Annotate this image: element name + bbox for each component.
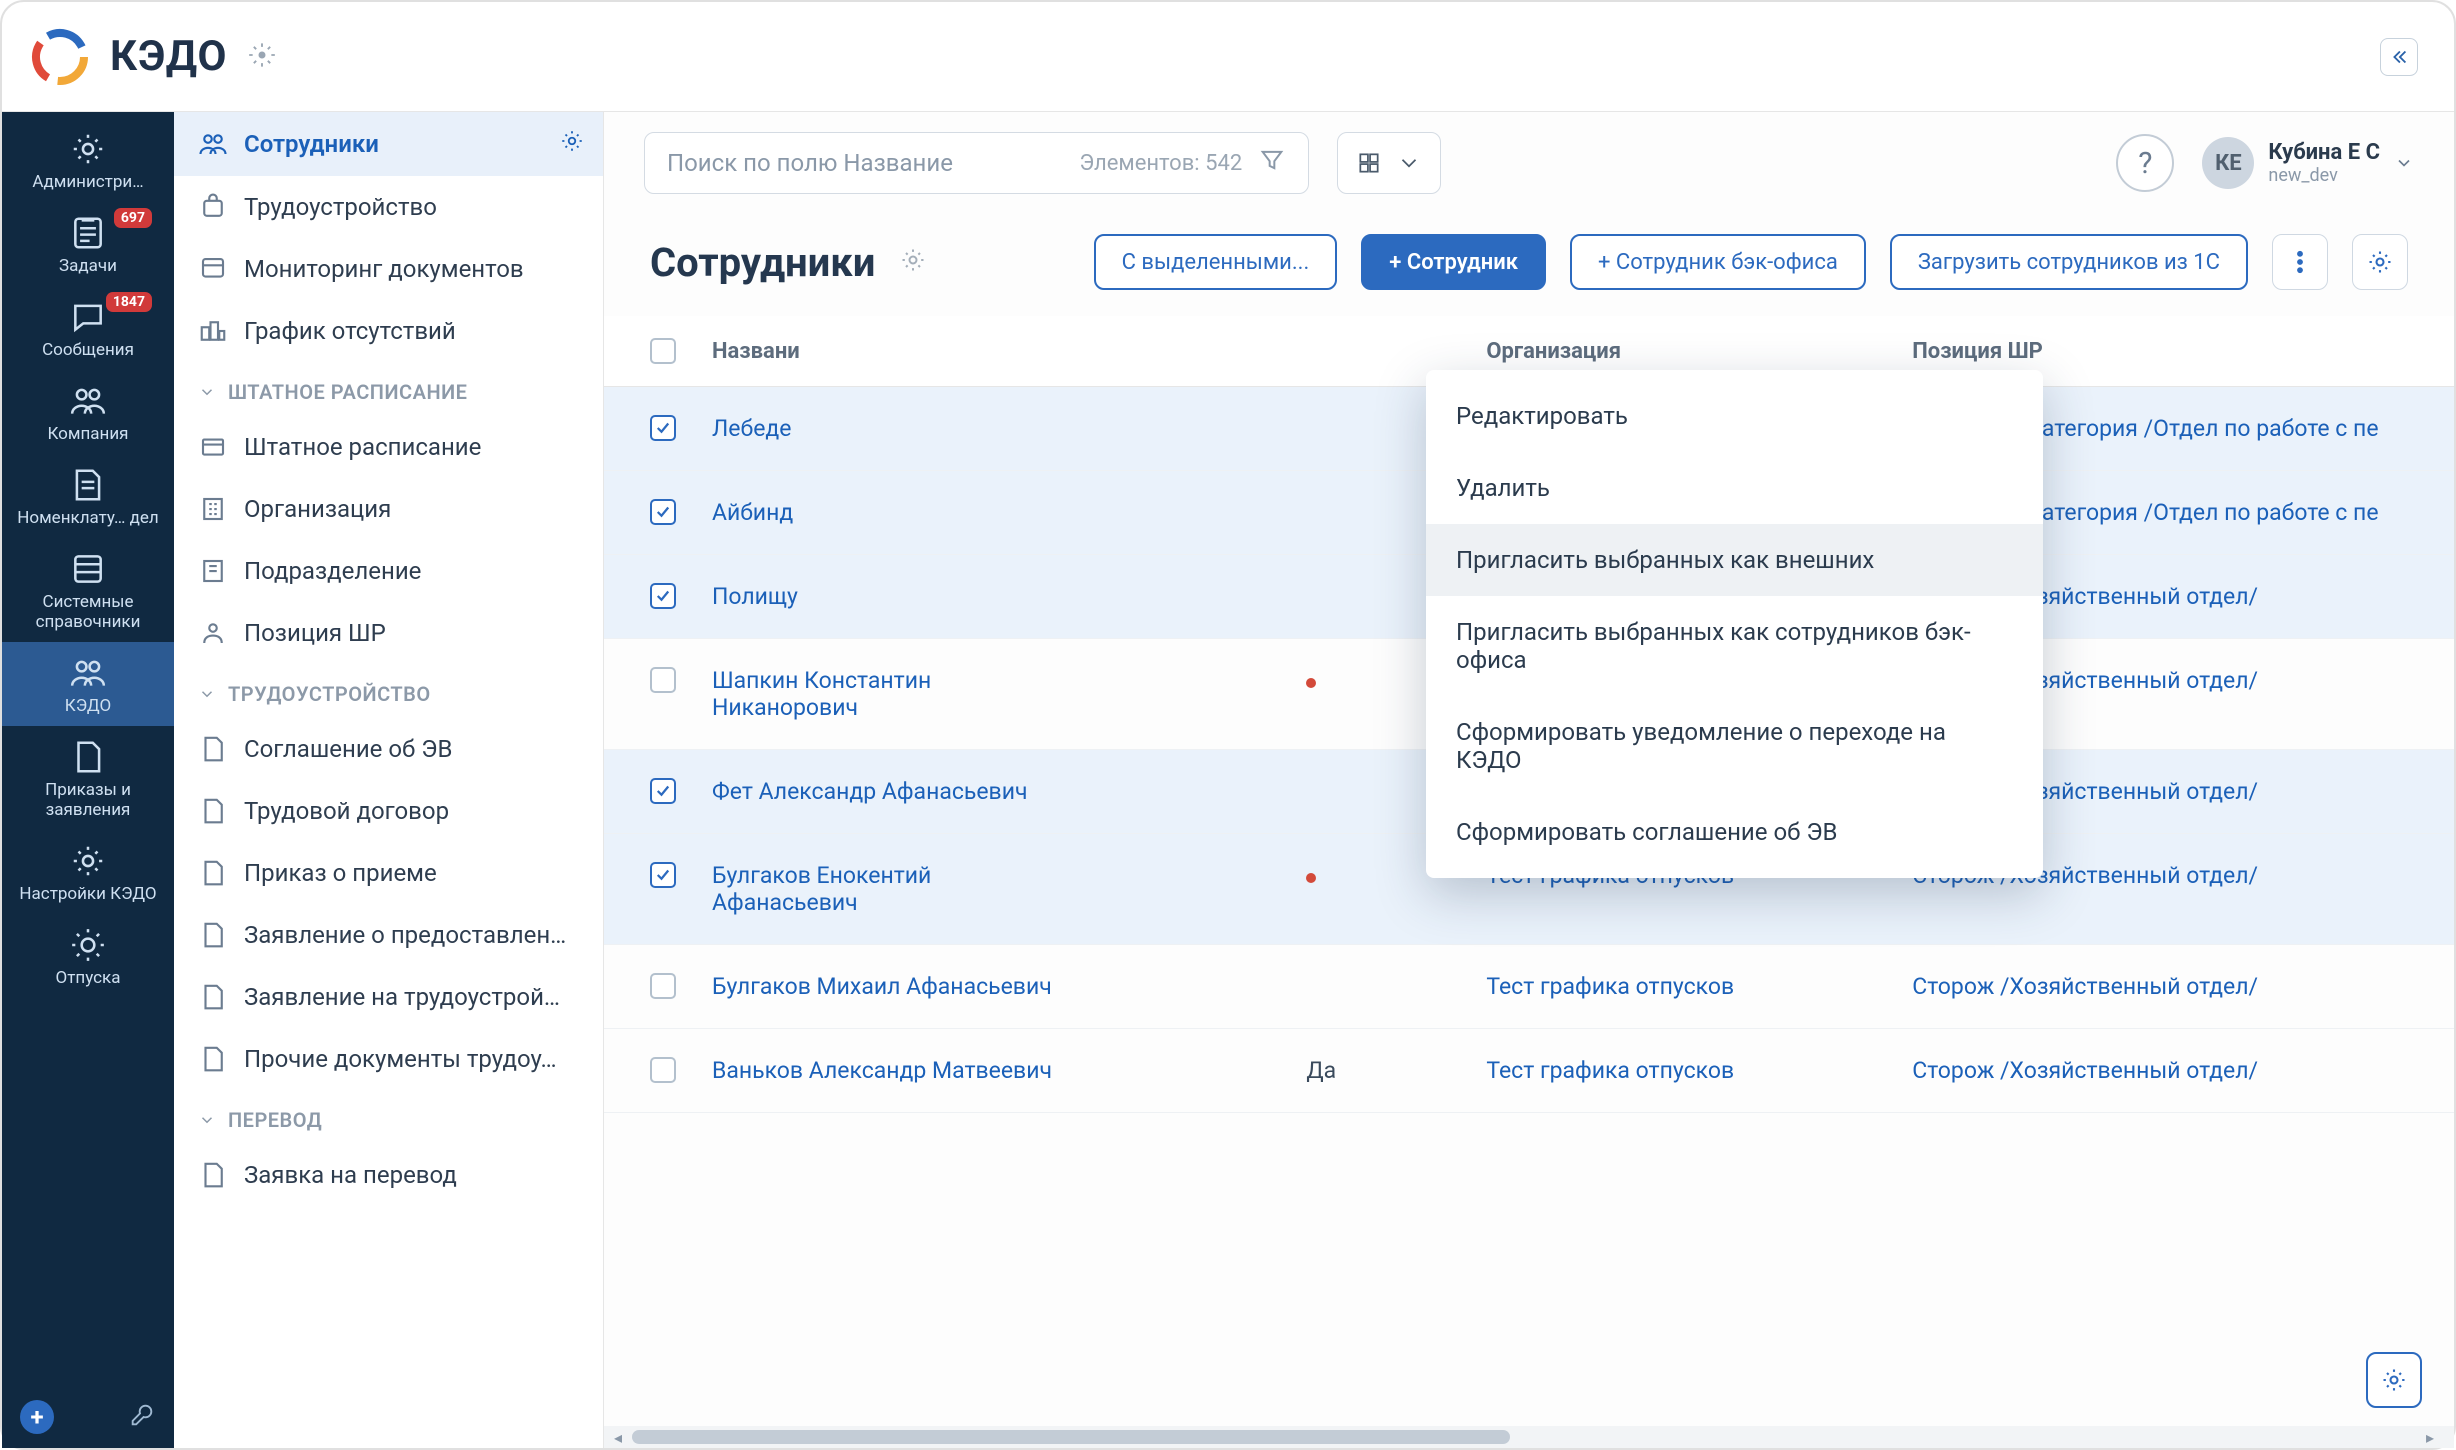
rail-item-company[interactable]: Компания <box>2 370 174 454</box>
sidebar-item-division[interactable]: Подразделение <box>174 540 603 602</box>
row-checkbox[interactable] <box>650 973 676 999</box>
employee-link[interactable]: Булгаков Михаил Афанасьевич <box>712 973 1072 1000</box>
menu-item-notify-kedo[interactable]: Сформировать уведомление о переходе на К… <box>1426 696 2043 796</box>
horizontal-scrollbar[interactable]: ◂▸ <box>604 1426 2454 1448</box>
import-1c-button[interactable]: Загрузить сотрудников из 1С <box>1890 234 2248 290</box>
row-checkbox[interactable] <box>650 667 676 693</box>
view-mode-select[interactable] <box>1337 132 1441 194</box>
sidebar-item-employ-app[interactable]: Заявление на трудоустрой… <box>174 966 603 1028</box>
rail-item-admin[interactable]: Администри… <box>2 118 174 202</box>
add-backoffice-button[interactable]: + Сотрудник бэк-офиса <box>1570 234 1866 290</box>
chevron-down-icon <box>2394 153 2414 173</box>
menu-item-delete[interactable]: Удалить <box>1426 452 2043 524</box>
row-checkbox[interactable] <box>650 583 676 609</box>
select-all-checkbox[interactable] <box>650 338 676 364</box>
app-title: КЭДО <box>110 32 228 81</box>
main-panel: Поиск по полю Название Элементов: 542 ? … <box>604 112 2454 1448</box>
position-cell: Сторож /Хозяйственный отдел/ <box>1894 1029 2454 1113</box>
no-layoff-cell: Да <box>1288 1029 1468 1113</box>
row-checkbox[interactable] <box>650 862 676 888</box>
sidebar-item-position[interactable]: Позиция ШР <box>174 602 603 664</box>
sidebar-item-transfer-req[interactable]: Заявка на перевод <box>174 1144 603 1206</box>
sidebar-group-transfer[interactable]: ПЕРЕВОД <box>174 1090 603 1144</box>
sidebar-item-employees[interactable]: Сотрудники <box>174 112 603 176</box>
search-field[interactable]: Поиск по полю Название Элементов: 542 <box>644 132 1309 194</box>
search-placeholder: Поиск по полю Название <box>667 149 953 177</box>
page-title: Сотрудники <box>650 239 875 286</box>
help-button[interactable]: ? <box>2116 134 2174 192</box>
grid-icon <box>1356 150 1382 176</box>
sidebar-item-monitoring[interactable]: Мониторинг документов <box>174 238 603 300</box>
sidebar: Сотрудники Трудоустройство Мониторинг до… <box>174 112 604 1448</box>
avatar: КЕ <box>2202 137 2254 189</box>
menu-item-make-ev[interactable]: Сформировать соглашение об ЭВ <box>1426 796 2043 868</box>
employee-link[interactable]: Фет Александр Афанасьевич <box>712 778 1072 805</box>
element-count: Элементов: 542 <box>1079 151 1242 176</box>
row-checkbox[interactable] <box>650 778 676 804</box>
no-layoff-cell <box>1288 945 1468 1029</box>
rail-item-sysref[interactable]: Системные справочники <box>2 538 174 642</box>
position-cell: Сторож /Хозяйственный отдел/ <box>1894 945 2454 1029</box>
messages-badge: 1847 <box>106 292 152 312</box>
sidebar-item-contract[interactable]: Трудовой договор <box>174 780 603 842</box>
gear-icon[interactable] <box>248 41 276 73</box>
sidebar-item-absence[interactable]: График отсутствий <box>174 300 603 362</box>
sidebar-item-grant-app[interactable]: Заявление о предоставлен… <box>174 904 603 966</box>
rail-item-vacation[interactable]: Отпуска <box>2 914 174 998</box>
menu-item-edit[interactable]: Редактировать <box>1426 380 2043 452</box>
org-cell: Тест графика отпусков <box>1468 1029 1894 1113</box>
sidebar-group-staffing[interactable]: ШТАТНОЕ РАСПИСАНИЕ <box>174 362 603 416</box>
rail-add-button[interactable]: + <box>20 1400 54 1434</box>
gear-icon[interactable] <box>899 246 927 278</box>
row-checkbox[interactable] <box>650 1057 676 1083</box>
employee-link[interactable]: Ваньков Александр Матвеевич <box>712 1057 1072 1084</box>
rail-item-orders[interactable]: Приказы и заявления <box>2 726 174 830</box>
floating-settings-button[interactable] <box>2366 1352 2422 1408</box>
nav-rail: Администри… 697 Задачи 1847 Сообщения Ко… <box>2 112 174 1448</box>
bulk-actions-button[interactable]: С выделенными... <box>1094 234 1338 290</box>
sidebar-item-staffing[interactable]: Штатное расписание <box>174 416 603 478</box>
employee-link[interactable]: Шапкин Константин Никанорович <box>712 667 1072 721</box>
employee-link[interactable]: Айбинд <box>712 499 1072 526</box>
table-settings-button[interactable] <box>2352 234 2408 290</box>
employee-link[interactable]: Лебеде <box>712 415 1072 442</box>
sidebar-item-employment[interactable]: Трудоустройство <box>174 176 603 238</box>
menu-item-invite-external[interactable]: Пригласить выбранных как внешних <box>1426 524 2043 596</box>
employee-link[interactable]: Полищу <box>712 583 1072 610</box>
add-employee-button[interactable]: + Сотрудник <box>1361 234 1546 290</box>
sidebar-item-hire-order[interactable]: Приказ о приеме <box>174 842 603 904</box>
row-checkbox[interactable] <box>650 499 676 525</box>
rail-item-settings[interactable]: Настройки КЭДО <box>2 830 174 914</box>
tasks-badge: 697 <box>114 208 152 228</box>
sidebar-item-organization[interactable]: Организация <box>174 478 603 540</box>
app-logo <box>30 27 90 87</box>
rail-item-tasks[interactable]: 697 Задачи <box>2 202 174 286</box>
more-button[interactable] <box>2272 234 2328 290</box>
table-row[interactable]: Булгаков Михаил Афанасьевич Тест графика … <box>604 945 2454 1029</box>
bulk-actions-menu: Редактировать Удалить Пригласить выбранн… <box>1426 370 2043 878</box>
org-cell: Тест графика отпусков <box>1468 945 1894 1029</box>
employee-link[interactable]: Булгаков Енокентий Афанасьевич <box>712 862 1072 916</box>
rail-item-messages[interactable]: 1847 Сообщения <box>2 286 174 370</box>
collapse-sidebar-button[interactable] <box>2380 38 2418 76</box>
row-checkbox[interactable] <box>650 415 676 441</box>
sidebar-item-other-docs[interactable]: Прочие документы трудоу… <box>174 1028 603 1090</box>
wrench-icon[interactable] <box>128 1401 156 1433</box>
filter-icon[interactable] <box>1258 146 1286 180</box>
user-menu[interactable]: КЕ Кубина Е С new_dev <box>2202 137 2414 189</box>
table-row[interactable]: Ваньков Александр Матвеевич ДаТест график… <box>604 1029 2454 1113</box>
sidebar-item-ev-agreement[interactable]: Соглашение об ЭВ <box>174 718 603 780</box>
rail-item-nomenclature[interactable]: Номенклату… дел <box>2 454 174 538</box>
col-name[interactable]: Названи <box>694 316 1288 387</box>
sidebar-group-employment[interactable]: ТРУДОУСТРОЙСТВО <box>174 664 603 718</box>
gear-icon[interactable] <box>559 128 585 160</box>
menu-item-invite-backoffice[interactable]: Пригласить выбранных как сотрудников бэк… <box>1426 596 2043 696</box>
rail-item-kedo[interactable]: КЭДО <box>2 642 174 726</box>
chevron-down-icon <box>1396 150 1422 176</box>
